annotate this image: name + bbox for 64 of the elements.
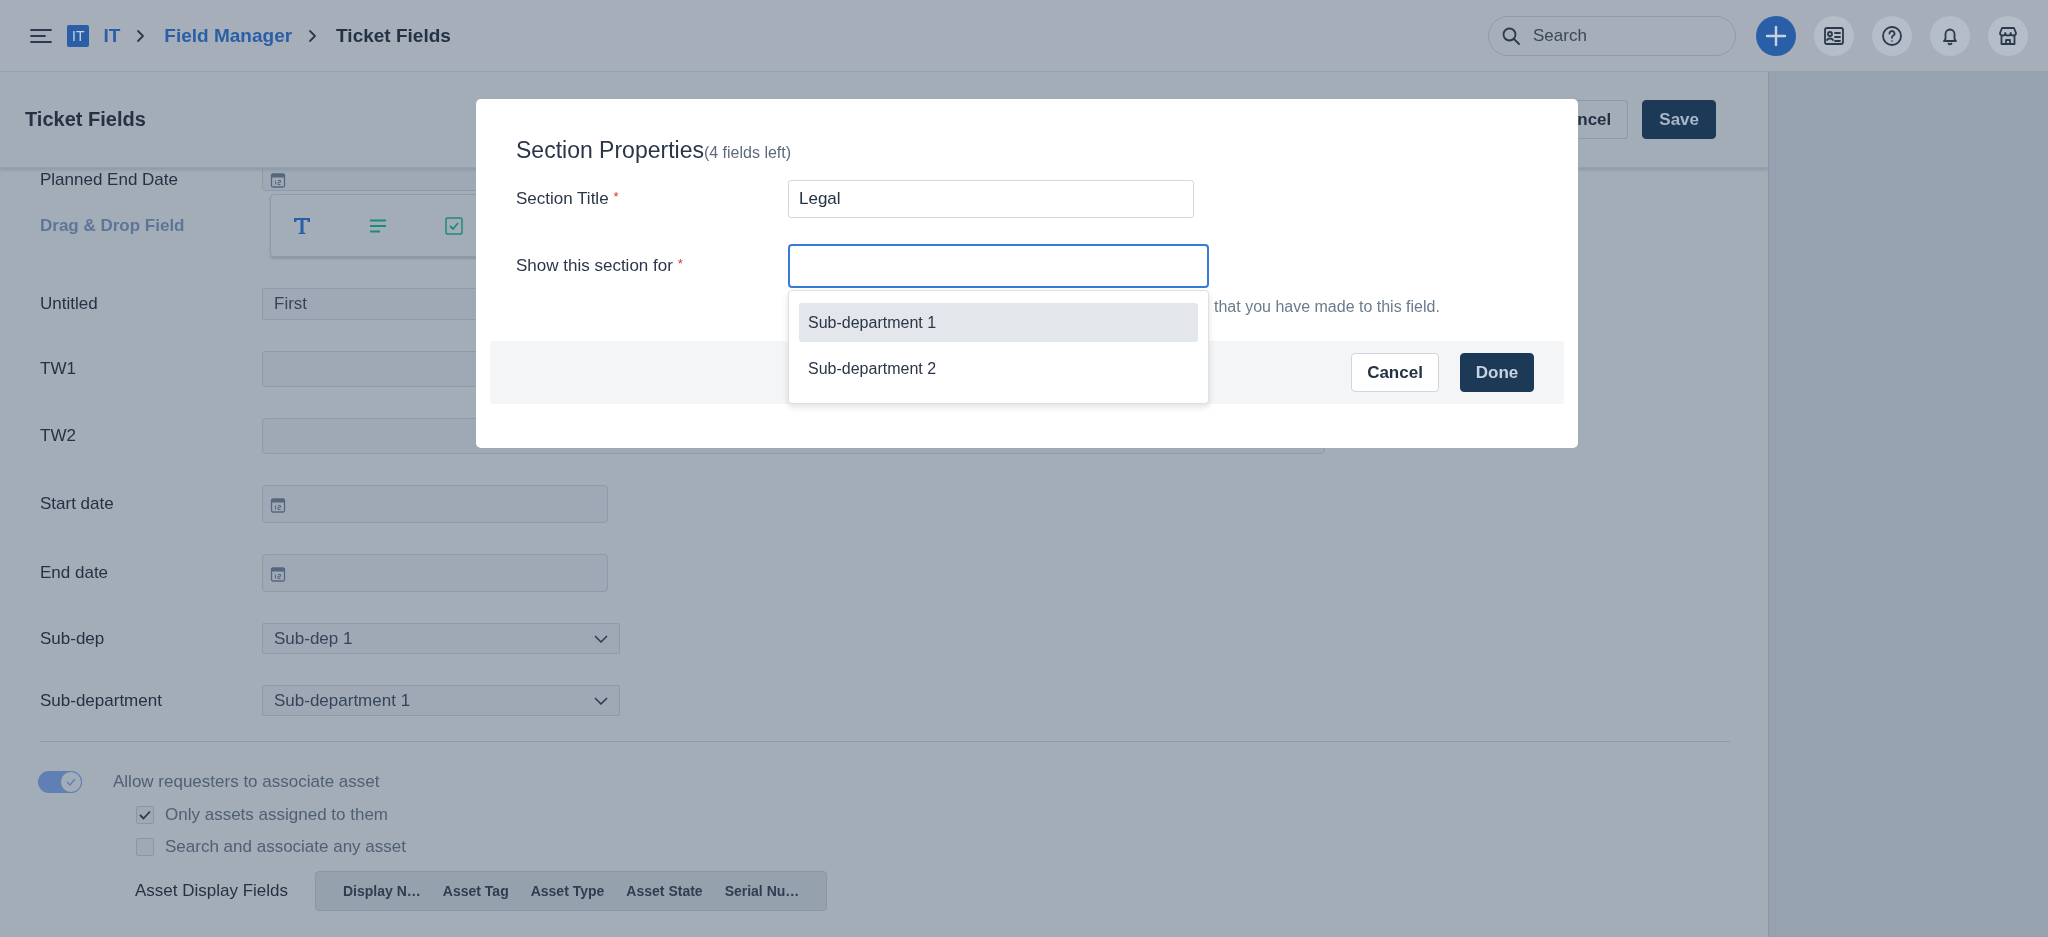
display-field-chip[interactable]: Serial Nu…	[713, 883, 811, 899]
field-label: Sub-department	[40, 690, 163, 711]
page-title: Ticket Fields	[25, 108, 146, 131]
dropdown-option[interactable]: Sub-department 2	[799, 349, 1198, 388]
field-label: Section Title	[516, 189, 609, 209]
text-field[interactable]	[788, 244, 1209, 288]
date-field[interactable]	[262, 485, 608, 523]
checkbox-label: Search and associate any asset	[165, 837, 406, 857]
notifications-icon[interactable]	[1930, 15, 1970, 56]
chevron-icon	[308, 28, 319, 43]
save-button[interactable]: Save	[1642, 100, 1716, 139]
search-icon	[1502, 26, 1520, 45]
select-field[interactable]: Sub-dep 1	[262, 623, 620, 654]
check-icon	[139, 810, 151, 820]
help-icon[interactable]	[1872, 15, 1912, 56]
calendar-icon	[270, 564, 286, 582]
display-field-chip[interactable]: Asset Type	[519, 883, 616, 899]
done-button[interactable]: Done	[1460, 353, 1534, 392]
dialog-title: Section Properties	[516, 137, 704, 164]
workspace-badge: IT	[67, 24, 90, 47]
check-icon	[66, 778, 76, 786]
display-field-chip[interactable]: Asset State	[615, 883, 714, 899]
field-label: Asset Display Fields	[135, 881, 290, 901]
required-mark: *	[613, 189, 619, 206]
field-label: Untitled	[40, 294, 99, 314]
field-label: Sub-dep	[40, 628, 106, 649]
fields-left-note: (4 fields left)	[703, 144, 792, 162]
checkbox[interactable]	[136, 838, 154, 856]
chevron-icon	[136, 28, 147, 43]
contact-card-icon[interactable]	[1814, 15, 1854, 56]
display-field-chip[interactable]: Display N…	[332, 883, 432, 899]
plus-button[interactable]	[1756, 15, 1796, 56]
menu-icon[interactable]	[30, 27, 52, 44]
field-label: End date	[40, 563, 110, 583]
breadcrumb-current: Ticket Fields	[336, 24, 451, 47]
chevron-down-icon	[594, 696, 608, 705]
dropdown-option[interactable]: Sub-department 1	[799, 303, 1198, 342]
toggle-switch[interactable]	[38, 771, 82, 793]
display-field-chip[interactable]: Asset Tag	[431, 883, 520, 899]
field-label: Planned End Date	[40, 170, 179, 190]
calendar-icon	[270, 495, 286, 513]
store-icon[interactable]	[1988, 15, 2028, 56]
text-field[interactable]: Legal	[788, 180, 1194, 218]
date-field[interactable]	[262, 554, 608, 592]
field-label: Drag & Drop Field	[40, 215, 186, 236]
field-label: TW2	[40, 426, 77, 446]
chevron-down-icon	[594, 634, 608, 643]
field-label: TW1	[40, 359, 77, 379]
field-label: Start date	[40, 494, 115, 514]
breadcrumb-link[interactable]: IT	[103, 24, 121, 47]
checkbox-label: Only assets assigned to them	[165, 805, 388, 825]
hint-text: that you have made to this field.	[1214, 298, 1441, 317]
field-label: Show this section for	[516, 256, 673, 276]
text-field-icon[interactable]	[293, 216, 311, 235]
toggle-label: Allow requesters to associate asset	[113, 772, 380, 792]
cancel-button[interactable]: Cancel	[1351, 353, 1439, 392]
checkbox[interactable]	[136, 806, 154, 824]
calendar-icon	[270, 171, 286, 188]
required-mark: *	[677, 256, 683, 273]
checkbox-field-icon[interactable]	[445, 216, 463, 235]
search-field[interactable]: Search	[1488, 15, 1736, 56]
cancel-button[interactable]: ncel	[1575, 100, 1629, 139]
breadcrumb-link[interactable]: Field Manager	[164, 24, 293, 47]
select-field[interactable]: Sub-department 1	[262, 685, 620, 716]
